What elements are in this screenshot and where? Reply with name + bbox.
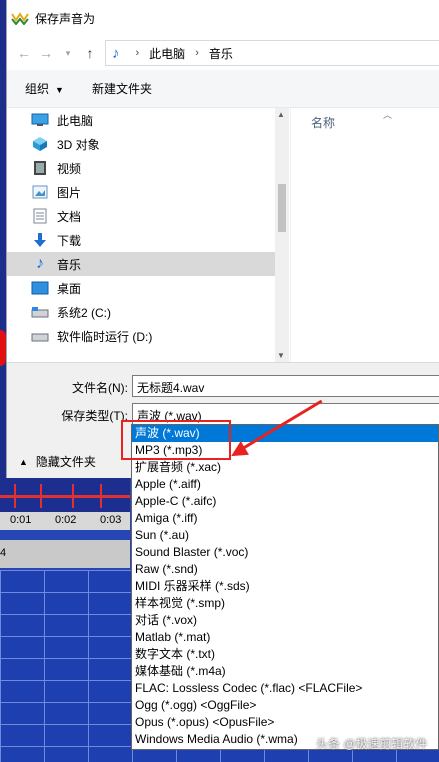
nav-item-3d-objects[interactable]: 3D 对象	[7, 132, 275, 156]
nav-item-label: 软件临时运行 (D:)	[57, 329, 153, 344]
watermark: 头条 @极速剪辑软件	[316, 737, 428, 751]
file-type-option[interactable]: 对话 (*.vox)	[132, 612, 438, 629]
time-label: 0:03	[100, 514, 122, 526]
time-label: 0:02	[55, 514, 77, 526]
dialog-title: 保存声音为	[35, 11, 96, 26]
scroll-up-icon[interactable]: ▲	[277, 110, 285, 119]
nav-item-label: 此电脑	[57, 113, 94, 128]
nav-item-label: 下载	[57, 233, 82, 248]
file-list-pane: ︿ 名称	[290, 108, 439, 362]
command-toolbar: 组织 ▼ 新建文件夹	[7, 70, 439, 108]
file-type-option[interactable]: Matlab (*.mat)	[132, 629, 438, 646]
nav-item-label: 图片	[57, 185, 82, 200]
breadcrumb-separator-icon: ›	[135, 47, 140, 59]
hide-folders-label: 隐藏文件夹	[35, 455, 96, 469]
file-type-option[interactable]: Ogg (*.ogg) <OggFile>	[132, 697, 438, 714]
filename-label: 文件名(N):	[72, 381, 128, 395]
nav-item-label: 桌面	[57, 281, 82, 296]
nav-item-this-pc[interactable]: 此电脑	[7, 108, 275, 132]
navigation-scrollbar[interactable]: ▲ ▼	[275, 108, 289, 362]
file-type-dropdown: 声波 (*.wav) MP3 (*.mp3) 扩展音频 (*.xac) Appl…	[131, 424, 439, 750]
breadcrumb-separator-icon: ›	[195, 47, 199, 59]
hide-folders-toggle[interactable]: ▲ 隐藏文件夹	[19, 453, 96, 470]
download-icon	[31, 232, 49, 248]
nav-item-label: 音乐	[57, 257, 82, 272]
navigation-bar: ← → ▾ ↑ ♪ › 此电脑 › 音乐	[7, 36, 439, 70]
background-timeline: 0:01 0:02 0:03	[0, 512, 130, 530]
breadcrumb-this-pc[interactable]: 此电脑	[149, 45, 185, 62]
chevron-down-icon: ▼	[55, 85, 64, 95]
file-type-option[interactable]: Apple-C (*.aifc)	[132, 493, 438, 510]
file-type-option[interactable]: 扩展音频 (*.xac)	[132, 459, 438, 476]
app-waveform-icon	[11, 12, 29, 25]
computer-icon	[31, 112, 49, 128]
file-type-option[interactable]: Amiga (*.iff)	[132, 510, 438, 527]
file-type-option[interactable]: FLAC: Lossless Codec (*.flac) <FLACFile>	[132, 680, 438, 697]
navigation-pane: 此电脑 3D 对象 视频 图片 文档 下载 ♪ 音乐 桌面 系统2 (C:) 软…	[7, 108, 275, 362]
file-type-option[interactable]: 媒体基础 (*.m4a)	[132, 663, 438, 680]
cube-icon	[31, 136, 49, 152]
up-arrow-icon[interactable]: ↑	[79, 45, 101, 61]
file-type-option[interactable]: 数字文本 (*.txt)	[132, 646, 438, 663]
file-type-option[interactable]: Raw (*.snd)	[132, 561, 438, 578]
filename-input[interactable]: 无标题4.wav	[132, 375, 439, 397]
background-statusbar: 4	[0, 540, 130, 568]
nav-item-documents[interactable]: 文档	[7, 204, 275, 228]
column-header-name[interactable]: 名称	[311, 114, 335, 131]
background-waveform	[0, 478, 130, 514]
file-type-option[interactable]: Apple (*.aiff)	[132, 476, 438, 493]
picture-icon	[31, 184, 49, 200]
file-type-option[interactable]: MIDI 乐器采样 (*.sds)	[132, 578, 438, 595]
nav-item-label: 3D 对象	[57, 137, 100, 152]
file-type-option[interactable]: Sound Blaster (*.voc)	[132, 544, 438, 561]
nav-item-label: 视频	[57, 161, 82, 176]
video-icon	[31, 160, 49, 176]
scroll-down-icon[interactable]: ▼	[277, 351, 285, 360]
breadcrumb-music[interactable]: 音乐	[209, 45, 233, 62]
nav-item-drive-c[interactable]: 系统2 (C:)	[7, 300, 275, 324]
address-bar[interactable]: ♪ › 此电脑 › 音乐	[105, 40, 439, 66]
nav-item-drive-d[interactable]: 软件临时运行 (D:)	[7, 324, 275, 348]
nav-item-label: 文档	[57, 209, 82, 224]
time-label: 0:01	[10, 514, 32, 526]
music-folder-icon: ♪	[112, 44, 120, 62]
file-type-option[interactable]: Opus (*.opus) <OpusFile>	[132, 714, 438, 731]
nav-item-videos[interactable]: 视频	[7, 156, 275, 180]
forward-arrow-icon[interactable]: →	[35, 45, 57, 61]
file-type-option[interactable]: 样本视觉 (*.smp)	[132, 595, 438, 612]
desktop-icon	[31, 280, 49, 296]
document-icon	[31, 208, 49, 224]
music-icon: ♪	[36, 255, 44, 272]
nav-item-desktop[interactable]: 桌面	[7, 276, 275, 300]
nav-item-downloads[interactable]: 下载	[7, 228, 275, 252]
dialog-titlebar: 保存声音为	[7, 0, 439, 36]
filename-row: 文件名(N): 无标题4.wav	[7, 375, 439, 397]
organize-button[interactable]: 组织 ▼	[25, 80, 64, 97]
background-side-label: 4	[0, 547, 7, 559]
drive-icon	[31, 304, 49, 320]
nav-item-music[interactable]: ♪ 音乐	[7, 252, 275, 276]
scrollbar-thumb[interactable]	[278, 184, 286, 232]
save-dialog: 保存声音为 ← → ▾ ↑ ♪ › 此电脑 › 音乐 组织 ▼ 新建文件夹 此电脑…	[6, 0, 439, 478]
new-folder-button[interactable]: 新建文件夹	[92, 80, 152, 97]
file-type-label: 保存类型(T):	[61, 409, 128, 423]
file-type-option[interactable]: Sun (*.au)	[132, 527, 438, 544]
back-arrow-icon[interactable]: ←	[13, 45, 35, 61]
recent-locations-chevron-icon[interactable]: ▾	[57, 48, 79, 59]
nav-item-label: 系统2 (C:)	[57, 305, 112, 320]
drive-icon	[31, 328, 49, 344]
chevron-up-icon: ▲	[19, 456, 28, 467]
annotation-highlight-box	[121, 420, 231, 460]
nav-item-pictures[interactable]: 图片	[7, 180, 275, 204]
sort-caret-icon: ︿	[383, 110, 393, 120]
browser-area: 此电脑 3D 对象 视频 图片 文档 下载 ♪ 音乐 桌面 系统2 (C:) 软…	[7, 108, 439, 362]
